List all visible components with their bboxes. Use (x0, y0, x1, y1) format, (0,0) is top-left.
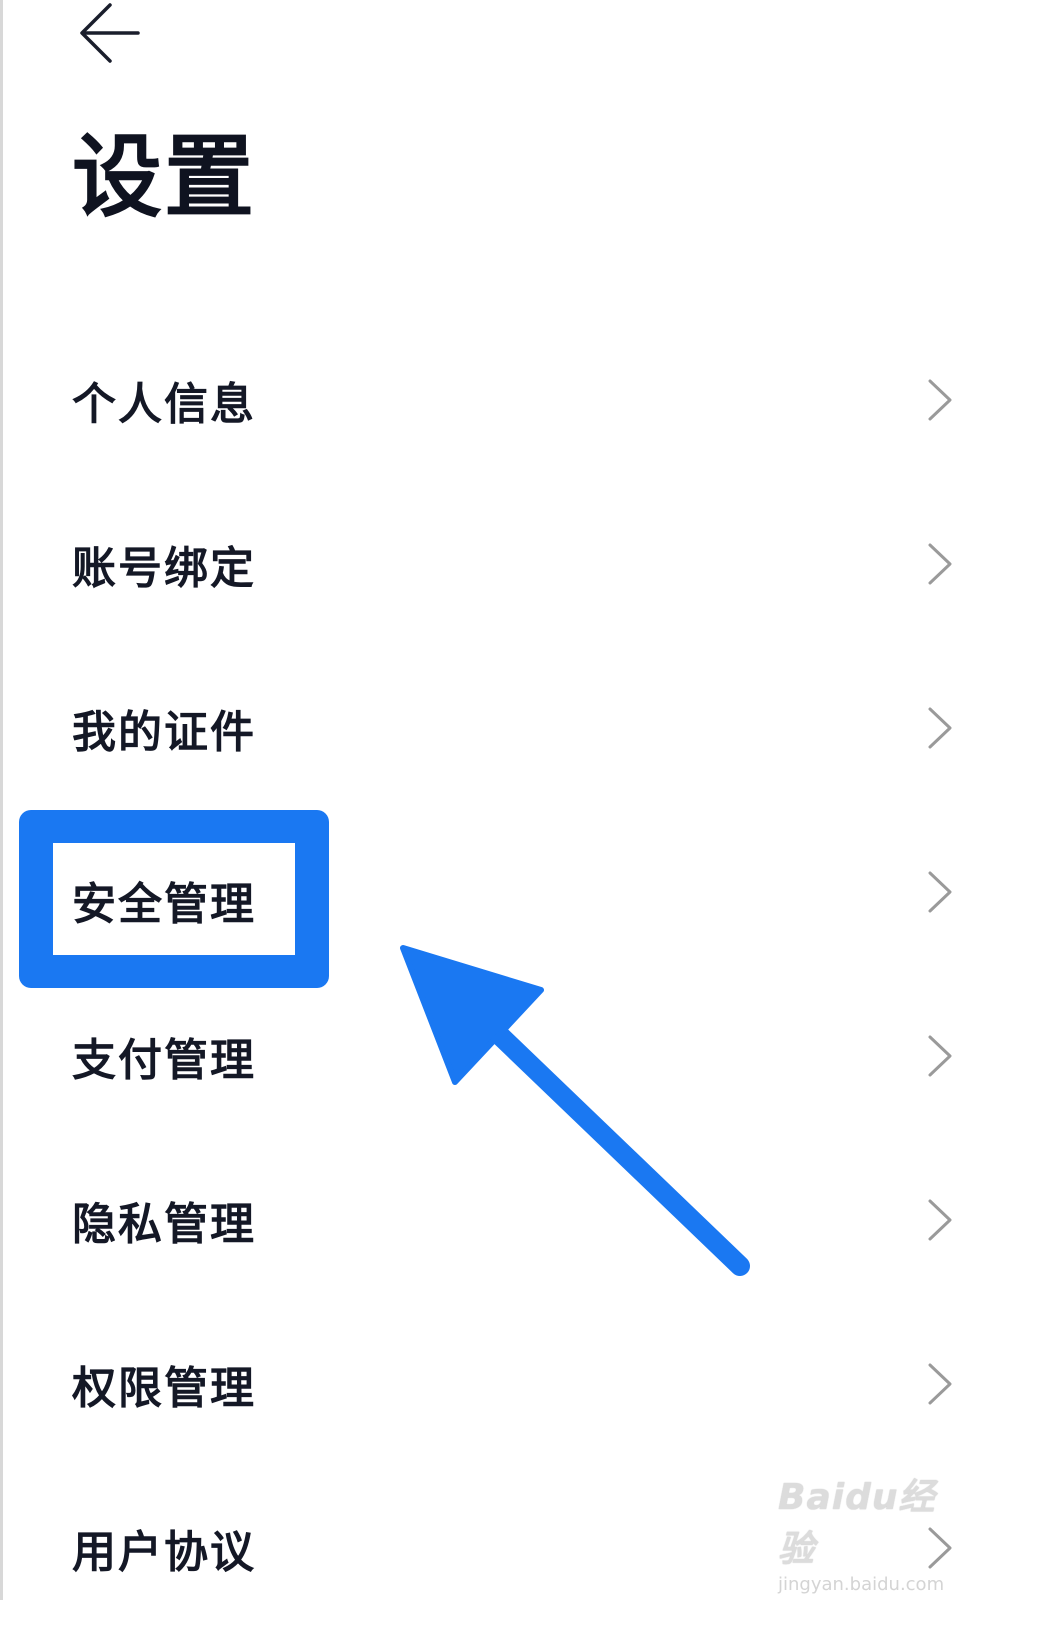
settings-item-label: 权限管理 (72, 1363, 256, 1414)
chevron-right-icon (928, 1199, 952, 1241)
chevron-right-icon (928, 1527, 952, 1569)
settings-item-label: 支付管理 (72, 1035, 256, 1086)
settings-item-personal-info[interactable]: 个人信息 (0, 318, 1038, 482)
settings-item-label: 安全管理 (72, 871, 256, 922)
chevron-right-icon (928, 1363, 952, 1405)
settings-item-security[interactable]: 安全管理 (0, 810, 1038, 974)
settings-list: 个人信息 账号绑定 我的证件 安全管理 支付管理 隐私管理 权限管理 用户协议 (0, 318, 1038, 1630)
chevron-right-icon (928, 379, 952, 421)
settings-item-label: 用户协议 (72, 1527, 256, 1578)
settings-item-payment[interactable]: 支付管理 (0, 974, 1038, 1138)
page-title: 设置 (72, 125, 256, 230)
arrow-left-icon (80, 3, 140, 63)
settings-item-label: 我的证件 (72, 707, 256, 758)
chevron-right-icon (928, 543, 952, 585)
settings-item-label: 账号绑定 (72, 543, 256, 594)
chevron-right-icon (928, 707, 952, 749)
settings-item-account-binding[interactable]: 账号绑定 (0, 482, 1038, 646)
settings-item-my-documents[interactable]: 我的证件 (0, 646, 1038, 810)
settings-item-label: 个人信息 (72, 379, 256, 430)
settings-item-user-agreement[interactable]: 用户协议 (0, 1466, 1038, 1630)
back-button[interactable] (70, 0, 150, 70)
settings-item-permissions[interactable]: 权限管理 (0, 1302, 1038, 1466)
chevron-right-icon (928, 871, 952, 913)
settings-item-label: 隐私管理 (72, 1199, 256, 1250)
chevron-right-icon (928, 1035, 952, 1077)
settings-item-privacy[interactable]: 隐私管理 (0, 1138, 1038, 1302)
